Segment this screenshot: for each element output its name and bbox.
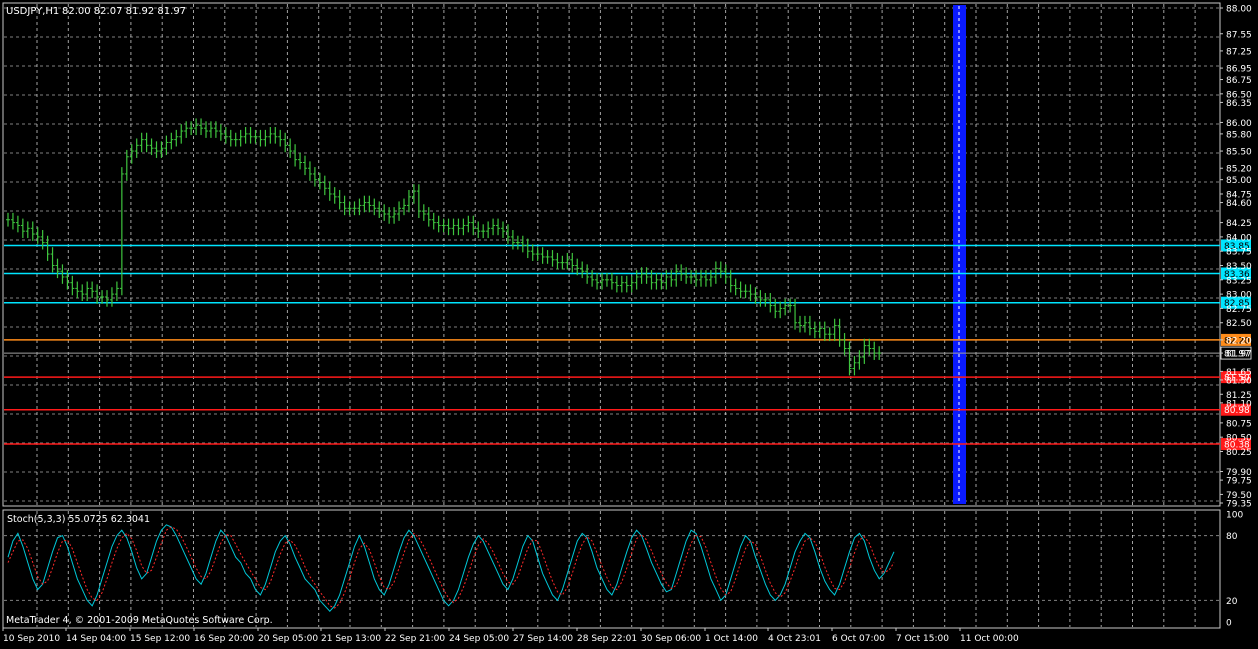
stoch-main-line bbox=[7, 524, 895, 612]
time-tick-label: 21 Sep 13:00 bbox=[321, 634, 381, 644]
price-tick-label: 84.00 bbox=[1226, 233, 1252, 243]
price-tick-label: 87.55 bbox=[1226, 30, 1252, 40]
price-tick-label: 88.00 bbox=[1226, 5, 1252, 15]
time-tick-label: 16 Sep 20:00 bbox=[194, 634, 254, 644]
price-tick-label: 86.95 bbox=[1226, 65, 1252, 75]
price-tick-label: 80.50 bbox=[1226, 434, 1252, 444]
price-tick-label: 80.25 bbox=[1226, 448, 1252, 458]
price-chart-svg[interactable]: 83.8583.3682.8582.2081.5080.9880.3881.97… bbox=[0, 0, 1258, 645]
price-tick-label: 79.75 bbox=[1226, 477, 1252, 487]
stochastic-panel-frame bbox=[2, 509, 1221, 629]
time-tick-label: 20 Sep 05:00 bbox=[258, 634, 318, 644]
stochastic-axis: 100 80 20 0 bbox=[1226, 511, 1243, 629]
price-tick-label: 86.75 bbox=[1226, 76, 1252, 86]
price-tick-label: 85.50 bbox=[1226, 148, 1252, 158]
price-tick-label: 83.25 bbox=[1226, 276, 1252, 286]
price-tick-label: 83.75 bbox=[1226, 248, 1252, 258]
stoch-tick-label: 20 bbox=[1226, 597, 1238, 607]
time-tick-label: 11 Oct 00:00 bbox=[960, 634, 1019, 644]
price-tick-label: 86.00 bbox=[1226, 119, 1252, 129]
price-tick-label: 82.75 bbox=[1226, 305, 1252, 315]
time-tick-label: 28 Sep 22:01 bbox=[577, 634, 637, 644]
time-tick-label: 14 Sep 04:00 bbox=[66, 634, 126, 644]
time-tick-label: 10 Sep 2010 bbox=[3, 634, 60, 644]
price-tick-label: 82.20 bbox=[1226, 336, 1252, 346]
time-tick-label: 27 Sep 14:00 bbox=[513, 634, 573, 644]
price-tick-label: 85.80 bbox=[1226, 130, 1252, 140]
copyright-text: MetaTrader 4, © 2001-2009 MetaQuotes Sof… bbox=[6, 615, 273, 626]
time-tick-label: 7 Oct 15:00 bbox=[896, 634, 949, 644]
price-tick-label: 84.60 bbox=[1226, 199, 1252, 209]
time-tick-label: 30 Sep 06:00 bbox=[641, 634, 701, 644]
price-tick-label: 87.25 bbox=[1226, 47, 1252, 57]
grid-lines bbox=[4, 4, 1219, 627]
time-tick-label: 1 Oct 14:00 bbox=[705, 634, 758, 644]
highlight-column bbox=[953, 5, 966, 504]
horizontal-levels[interactable]: 83.8583.3682.8582.2081.5080.9880.3881.97 bbox=[4, 239, 1252, 451]
ohlc-header: 82.00 82.07 81.92 81.97 bbox=[62, 6, 186, 17]
price-tick-label: 81.50 bbox=[1226, 376, 1252, 386]
time-tick-label: 6 Oct 07:00 bbox=[832, 634, 885, 644]
price-tick-label: 82.50 bbox=[1226, 319, 1252, 329]
price-tick-label: 81.10 bbox=[1226, 399, 1252, 409]
price-tick-label: 80.75 bbox=[1226, 419, 1252, 429]
stochastic-lines bbox=[7, 524, 895, 612]
stochastic-title: Stoch(5,3,3) 55.0725 62.3041 bbox=[7, 514, 150, 525]
symbol-title: USDJPY,H1 bbox=[6, 6, 59, 17]
time-axis: 10 Sep 2010 14 Sep 04:00 15 Sep 12:00 16 Se… bbox=[2, 628, 1019, 644]
stoch-tick-label: 80 bbox=[1226, 532, 1238, 542]
chart-window[interactable]: 83.85 83.36 82.85 82.20 81.50 80.98 80.38 81.97… bbox=[0, 0, 1258, 645]
price-tick-label: 86.35 bbox=[1226, 99, 1252, 109]
time-tick-label: 24 Sep 05:00 bbox=[449, 634, 509, 644]
price-axis: 88.0087.5587.2586.9586.7586.5086.3586.00… bbox=[1220, 5, 1252, 510]
price-tick-label: 83.50 bbox=[1226, 262, 1252, 272]
price-tick-label: 79.35 bbox=[1226, 500, 1252, 510]
price-tick-label: 81.97 bbox=[1226, 350, 1252, 360]
stoch-signal-line bbox=[7, 526, 895, 609]
stoch-tick-label: 0 bbox=[1226, 619, 1232, 629]
time-tick-label: 15 Sep 12:00 bbox=[130, 634, 190, 644]
price-tick-label: 85.00 bbox=[1226, 176, 1252, 186]
price-tick-label: 84.25 bbox=[1226, 219, 1252, 229]
main-panel-frame bbox=[2, 2, 1221, 507]
time-tick-label: 4 Oct 23:01 bbox=[768, 634, 821, 644]
price-tick-label: 83.00 bbox=[1226, 291, 1252, 301]
time-tick-label: 22 Sep 21:00 bbox=[385, 634, 445, 644]
price-tick-label: 85.20 bbox=[1226, 165, 1252, 175]
stoch-tick-label: 100 bbox=[1226, 511, 1243, 521]
